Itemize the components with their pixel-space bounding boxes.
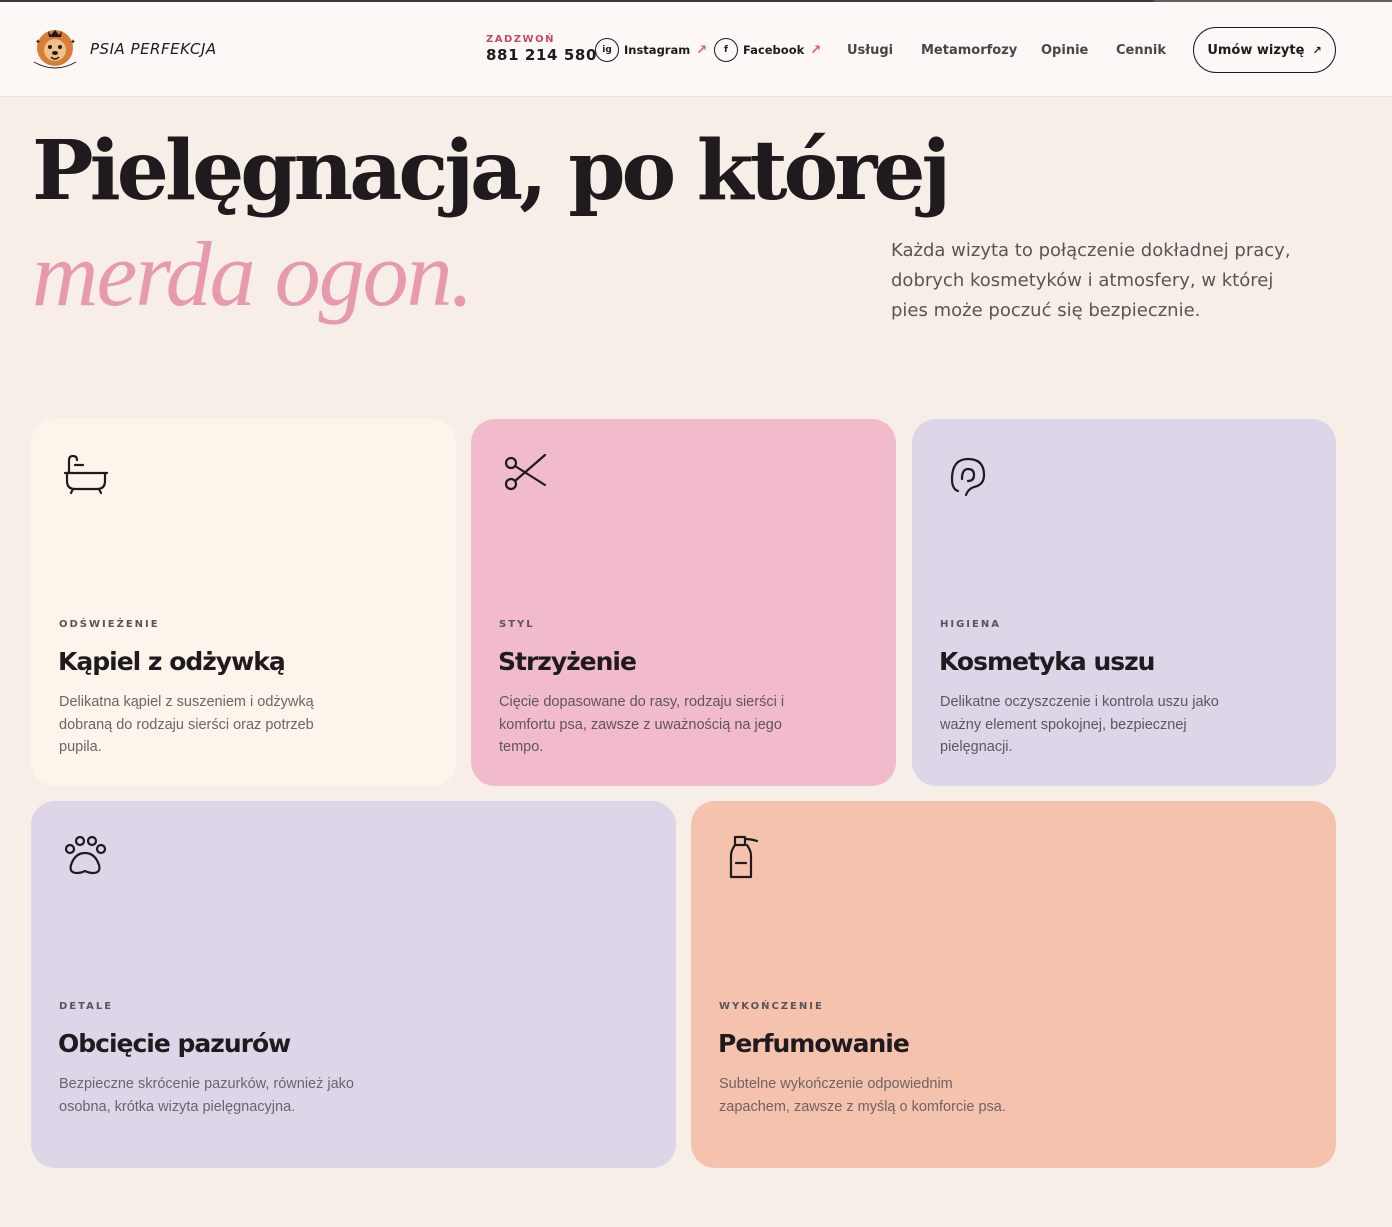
card-kicker: DETALE	[59, 1001, 114, 1012]
instagram-label: Instagram	[624, 43, 691, 57]
instagram-link[interactable]: ig Instagram ↗	[595, 38, 707, 62]
facebook-icon: f	[714, 38, 738, 62]
bathtub-icon	[63, 454, 109, 495]
service-card-nails[interactable]: DETALE Obcięcie pazurów Bezpieczne skróc…	[31, 801, 676, 1168]
card-description: Bezpieczne skrócenie pazurków, również j…	[59, 1076, 354, 1115]
external-arrow-icon: ↗	[696, 42, 708, 57]
ear-icon	[950, 457, 986, 497]
facebook-link[interactable]: f Facebook ↗	[714, 38, 821, 62]
phone-number[interactable]: 881 214 580	[486, 46, 597, 64]
svg-text:✦: ✦	[35, 38, 41, 46]
phone-contact[interactable]: ZADZWOŃ 881 214 580	[486, 34, 597, 64]
svg-text:✦: ✦	[70, 38, 76, 46]
card-kicker: HIGIENA	[940, 619, 1001, 630]
card-description: Delikatne oczyszczenie i kontrola uszu j…	[940, 694, 1219, 755]
hero-accent: merda ogon.	[32, 223, 474, 325]
card-description: Cięcie dopasowane do rasy, rodzaju sierś…	[499, 694, 785, 755]
nav-opinie[interactable]: Opinie	[1041, 43, 1088, 58]
service-card-ears[interactable]: HIGIENA Kosmetyka uszu Delikatne oczyszc…	[912, 419, 1336, 786]
brand-logo[interactable]: ✦ ✦ PSIA PERFEKCJA	[30, 26, 217, 72]
card-description: Subtelne wykończenie odpowiednim zapache…	[719, 1076, 1006, 1115]
card-title: Kąpiel z odżywką	[58, 647, 286, 676]
spray-bottle-icon	[729, 835, 759, 879]
service-card-perfume[interactable]: WYKOŃCZENIE Perfumowanie Subtelne wykońc…	[691, 801, 1336, 1168]
site-header: ✦ ✦ PSIA PERFEKCJA ZADZWOŃ 881 214 580 i…	[0, 2, 1392, 97]
card-kicker: ODŚWIEŻENIE	[59, 619, 160, 630]
book-visit-label: Umów wizytę	[1207, 42, 1305, 58]
instagram-icon: ig	[595, 38, 619, 62]
external-arrow-icon: ↗	[810, 42, 822, 57]
card-title: Strzyżenie	[498, 647, 637, 676]
call-label: ZADZWOŃ	[486, 34, 555, 45]
arrow-up-right-icon: ↗	[1312, 43, 1322, 57]
card-kicker: STYL	[499, 619, 535, 630]
nav-cennik[interactable]: Cennik	[1116, 43, 1166, 58]
card-title: Obcięcie pazurów	[58, 1029, 291, 1058]
nav-metamorfozy[interactable]: Metamorfozy	[921, 43, 1017, 58]
card-title: Kosmetyka uszu	[939, 647, 1155, 676]
brand-name: PSIA PERFEKCJA	[90, 40, 217, 58]
service-card-haircut[interactable]: STYL Strzyżenie Cięcie dopasowane do ras…	[471, 419, 896, 786]
paw-icon	[64, 835, 107, 875]
scissors-icon	[504, 453, 547, 491]
hero-description: Każda wizyta to połączenie dokładnej pra…	[891, 240, 1291, 321]
dog-logo-icon: ✦ ✦	[33, 30, 77, 69]
facebook-label: Facebook	[743, 43, 805, 57]
card-kicker: WYKOŃCZENIE	[719, 1001, 824, 1012]
hero-title: Pielęgnacja, po której	[32, 123, 951, 219]
nav-uslugi[interactable]: Usługi	[847, 43, 893, 58]
card-title: Perfumowanie	[718, 1029, 910, 1058]
service-card-bath[interactable]: ODŚWIEŻENIE Kąpiel z odżywką Delikatna k…	[31, 419, 456, 786]
book-visit-button[interactable]: Umów wizytę ↗	[1193, 27, 1336, 73]
card-description: Delikatna kąpiel z suszeniem i odżywką d…	[59, 694, 314, 755]
